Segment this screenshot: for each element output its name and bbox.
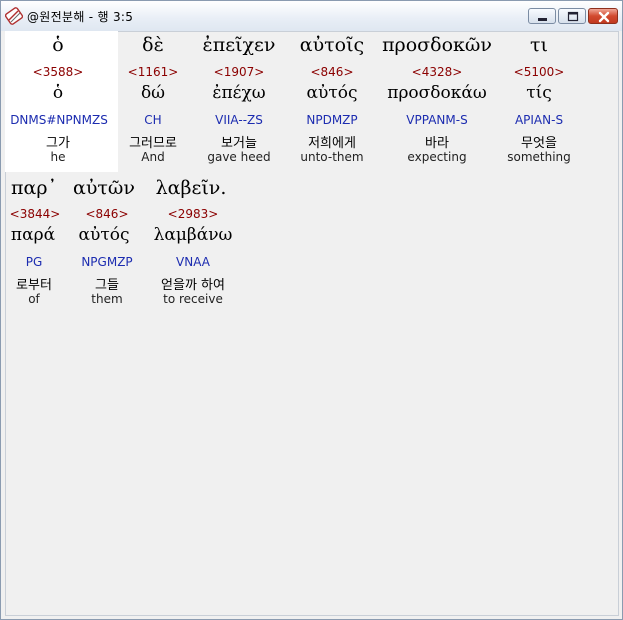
strong-number: <3844> bbox=[9, 207, 61, 221]
minimize-icon bbox=[538, 18, 547, 21]
english-gloss: something bbox=[507, 150, 571, 164]
korean-gloss: 그들 bbox=[95, 278, 119, 293]
app-window: @원전분해 - 행 3:5 ὁ <3588> ὁ DNMS#NPNMZS 그가 … bbox=[0, 0, 623, 620]
korean-gloss: 로부터 bbox=[16, 278, 52, 293]
lemma: παρά bbox=[10, 225, 56, 245]
english-gloss: gave heed bbox=[207, 150, 271, 164]
english-gloss: to receive bbox=[163, 292, 223, 306]
greek-word: δὲ bbox=[142, 34, 164, 56]
parsing-code: CH bbox=[144, 113, 162, 127]
lemma: δώ bbox=[140, 83, 166, 103]
parsing-code: VPPANM-S bbox=[406, 113, 468, 127]
korean-gloss: 보거늘 bbox=[221, 136, 257, 151]
parsing-code: NPDMZP bbox=[306, 113, 358, 127]
korean-gloss: 그가 bbox=[46, 136, 70, 151]
lemma: αὐτός bbox=[306, 83, 358, 103]
english-gloss: expecting bbox=[407, 150, 467, 164]
maximize-button[interactable] bbox=[558, 8, 586, 24]
greek-word: τι bbox=[530, 34, 548, 56]
korean-gloss: 무엇을 bbox=[521, 136, 557, 151]
strong-number: <3588> bbox=[32, 65, 84, 79]
greek-word: αὐτῶν bbox=[73, 177, 135, 199]
strong-number: <4328> bbox=[411, 65, 463, 79]
lemma: ὁ bbox=[52, 83, 64, 103]
title-bar[interactable]: @원전분해 - 행 3:5 bbox=[1, 1, 622, 31]
greek-word: παρ᾽ bbox=[11, 177, 57, 199]
korean-gloss: 얻을까 하여 bbox=[161, 278, 225, 293]
english-gloss: of bbox=[28, 292, 40, 306]
minimize-button[interactable] bbox=[528, 8, 556, 24]
close-button[interactable] bbox=[588, 8, 618, 24]
korean-gloss: 바라 bbox=[425, 136, 449, 151]
parsing-code: VIIA--ZS bbox=[215, 113, 263, 127]
maximize-icon bbox=[567, 11, 579, 22]
lemma: προσδοκάω bbox=[387, 83, 487, 103]
lemma: ἐπέχω bbox=[212, 83, 266, 103]
app-scroll-icon bbox=[5, 7, 23, 25]
greek-word: προσδοκῶν bbox=[382, 34, 492, 56]
strong-number: <846> bbox=[310, 65, 354, 79]
greek-word: αὐτοῖς bbox=[299, 34, 365, 56]
parsing-code: DNMS#NPNMZS bbox=[10, 113, 108, 127]
strong-number: <2983> bbox=[167, 207, 219, 221]
english-gloss: he bbox=[50, 150, 66, 164]
close-icon bbox=[598, 11, 610, 23]
lemma: αὐτός bbox=[78, 225, 130, 245]
window-title: @원전분해 - 행 3:5 bbox=[27, 10, 134, 24]
parsing-code: PG bbox=[25, 255, 43, 269]
greek-word: λαβεῖν. bbox=[155, 177, 227, 199]
korean-gloss: 그러므로 bbox=[129, 136, 177, 151]
greek-word: ὁ bbox=[52, 34, 64, 56]
lemma: τίς bbox=[526, 83, 552, 103]
parsing-code: NPGMZP bbox=[81, 255, 133, 269]
english-gloss: And bbox=[141, 150, 165, 164]
strong-number: <846> bbox=[85, 207, 129, 221]
greek-word: ἐπεῖχεν bbox=[202, 34, 276, 56]
strong-number: <1907> bbox=[213, 65, 265, 79]
strong-number: <5100> bbox=[513, 65, 565, 79]
parsing-code: APIAN-S bbox=[514, 113, 564, 127]
english-gloss: unto-them bbox=[300, 150, 364, 164]
english-gloss: them bbox=[91, 292, 123, 306]
parsing-code: VNAA bbox=[176, 255, 210, 269]
korean-gloss: 저희에게 bbox=[308, 136, 356, 151]
lemma: λαμβάνω bbox=[153, 225, 233, 245]
strong-number: <1161> bbox=[127, 65, 179, 79]
